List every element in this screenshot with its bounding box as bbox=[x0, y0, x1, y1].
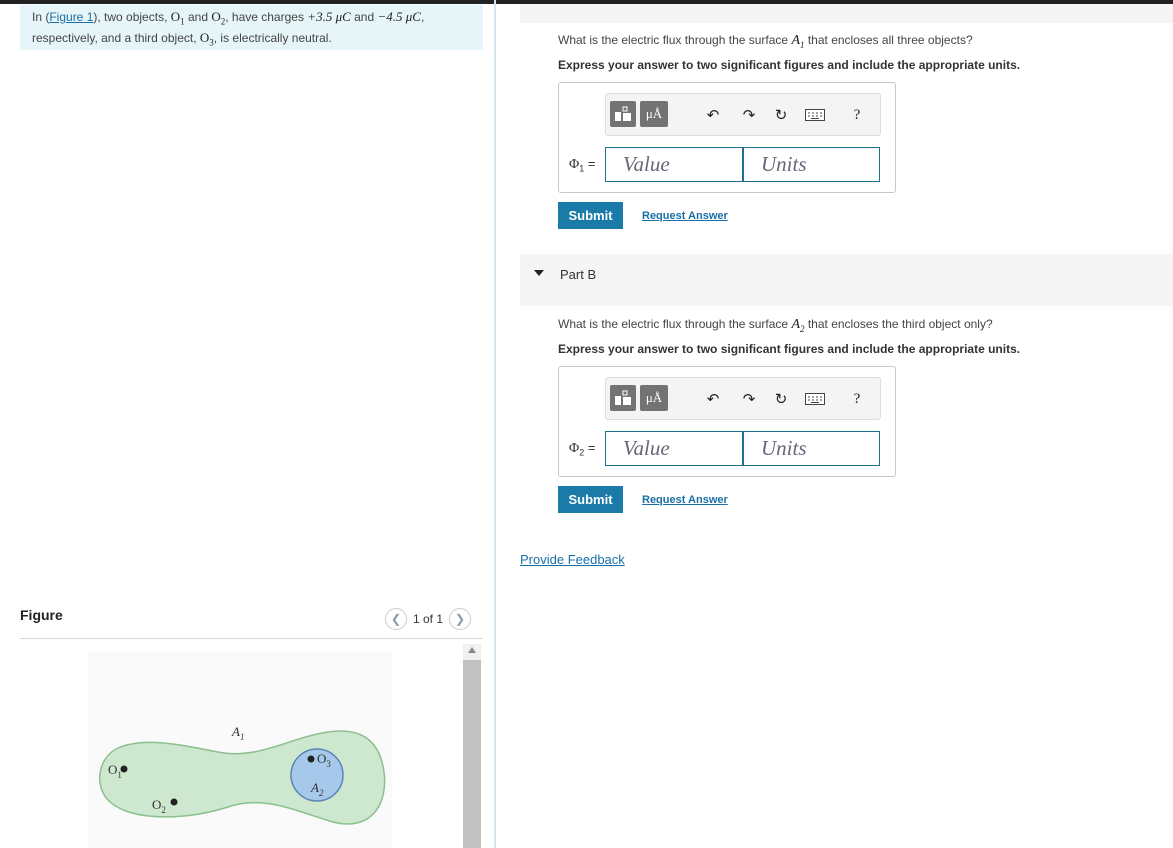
help-icon[interactable]: ? bbox=[846, 104, 868, 126]
chevron-left-icon[interactable]: ❮ bbox=[385, 608, 407, 630]
charge-1: +3.5 μC bbox=[307, 9, 351, 24]
provide-feedback-link[interactable]: Provide Feedback bbox=[520, 552, 625, 567]
part-b-header[interactable]: Part B bbox=[520, 254, 1173, 306]
figure-scrollbar[interactable] bbox=[463, 644, 481, 848]
flux-symbol: Φ2 = bbox=[569, 440, 596, 458]
figure-counter: 1 of 1 bbox=[413, 612, 444, 626]
intro-text: and bbox=[184, 10, 212, 24]
object-o2: O2 bbox=[211, 9, 226, 27]
units-input[interactable]: Units bbox=[743, 147, 880, 182]
figure-divider bbox=[20, 638, 483, 639]
object-o3: O3 bbox=[199, 29, 214, 48]
math-toolbar: μÅ ↶ ↷ ↻ ? bbox=[605, 93, 881, 136]
caret-down-icon[interactable] bbox=[534, 270, 544, 276]
label-a1: A1 bbox=[231, 724, 244, 742]
undo-icon[interactable]: ↶ bbox=[702, 388, 724, 410]
templates-icon[interactable] bbox=[610, 101, 636, 127]
part-a-question: What is the electric flux through the su… bbox=[558, 33, 973, 50]
units-button[interactable]: μÅ bbox=[640, 101, 668, 127]
keyboard-icon[interactable] bbox=[804, 104, 826, 126]
keyboard-icon[interactable] bbox=[804, 388, 826, 410]
scroll-up-icon[interactable] bbox=[468, 647, 476, 653]
column-divider bbox=[494, 0, 496, 848]
intro-text: , have charges bbox=[225, 10, 308, 24]
part-b-question: What is the electric flux through the su… bbox=[558, 317, 993, 334]
scrollbar-thumb[interactable] bbox=[463, 660, 481, 848]
charge-2: −4.5 μC bbox=[377, 9, 421, 24]
submit-button[interactable]: Submit bbox=[558, 202, 623, 229]
part-a-answer-box: μÅ ↶ ↷ ↻ ? Φ1 = Value Units bbox=[558, 82, 896, 193]
problem-intro: In (Figure 1), two objects, O1 and O2, h… bbox=[20, 5, 483, 50]
intro-text: In ( bbox=[32, 10, 50, 24]
object-o1: O1 bbox=[170, 9, 185, 27]
value-input[interactable]: Value bbox=[605, 431, 743, 466]
part-b-answer-box: μÅ ↶ ↷ ↻ ? Φ2 = Value Units bbox=[558, 366, 896, 477]
part-a-instruction: Express your answer to two significant f… bbox=[558, 58, 1021, 72]
units-button[interactable]: μÅ bbox=[640, 385, 668, 411]
redo-icon[interactable]: ↷ bbox=[738, 104, 760, 126]
figure-svg: O1 O2 O3 A1 A2 bbox=[99, 724, 386, 825]
request-answer-link[interactable]: Request Answer bbox=[642, 494, 728, 506]
part-a-header bbox=[520, 4, 1173, 23]
intro-text: ), two objects, bbox=[93, 10, 171, 24]
intro-text: , bbox=[420, 10, 425, 24]
figure-link[interactable]: Figure 1 bbox=[49, 10, 93, 24]
help-icon[interactable]: ? bbox=[846, 388, 868, 410]
part-b-label: Part B bbox=[560, 267, 597, 282]
flux-symbol: Φ1 = bbox=[569, 156, 596, 174]
intro-text: and bbox=[350, 10, 378, 24]
figure-image: O1 O2 O3 A1 A2 bbox=[88, 652, 392, 848]
request-answer-link[interactable]: Request Answer bbox=[642, 210, 728, 222]
templates-icon[interactable] bbox=[610, 385, 636, 411]
intro-text: respectively, and a third object, bbox=[32, 30, 200, 45]
object-o3-dot bbox=[307, 755, 315, 763]
submit-button[interactable]: Submit bbox=[558, 486, 623, 513]
value-input[interactable]: Value bbox=[605, 147, 743, 182]
intro-text: , is electrically neutral. bbox=[213, 30, 332, 45]
part-b-instruction: Express your answer to two significant f… bbox=[558, 342, 1021, 356]
object-o2-dot bbox=[170, 798, 178, 806]
undo-icon[interactable]: ↶ bbox=[702, 104, 724, 126]
math-toolbar: μÅ ↶ ↷ ↻ ? bbox=[605, 377, 881, 420]
reset-icon[interactable]: ↻ bbox=[770, 104, 792, 126]
chevron-right-icon[interactable]: ❯ bbox=[449, 608, 472, 630]
units-input[interactable]: Units bbox=[743, 431, 880, 466]
reset-icon[interactable]: ↻ bbox=[770, 388, 792, 410]
redo-icon[interactable]: ↷ bbox=[738, 388, 760, 410]
figure-title: Figure bbox=[20, 607, 63, 623]
figure-pager: ❮ 1 of 1 ❯ bbox=[385, 608, 472, 630]
